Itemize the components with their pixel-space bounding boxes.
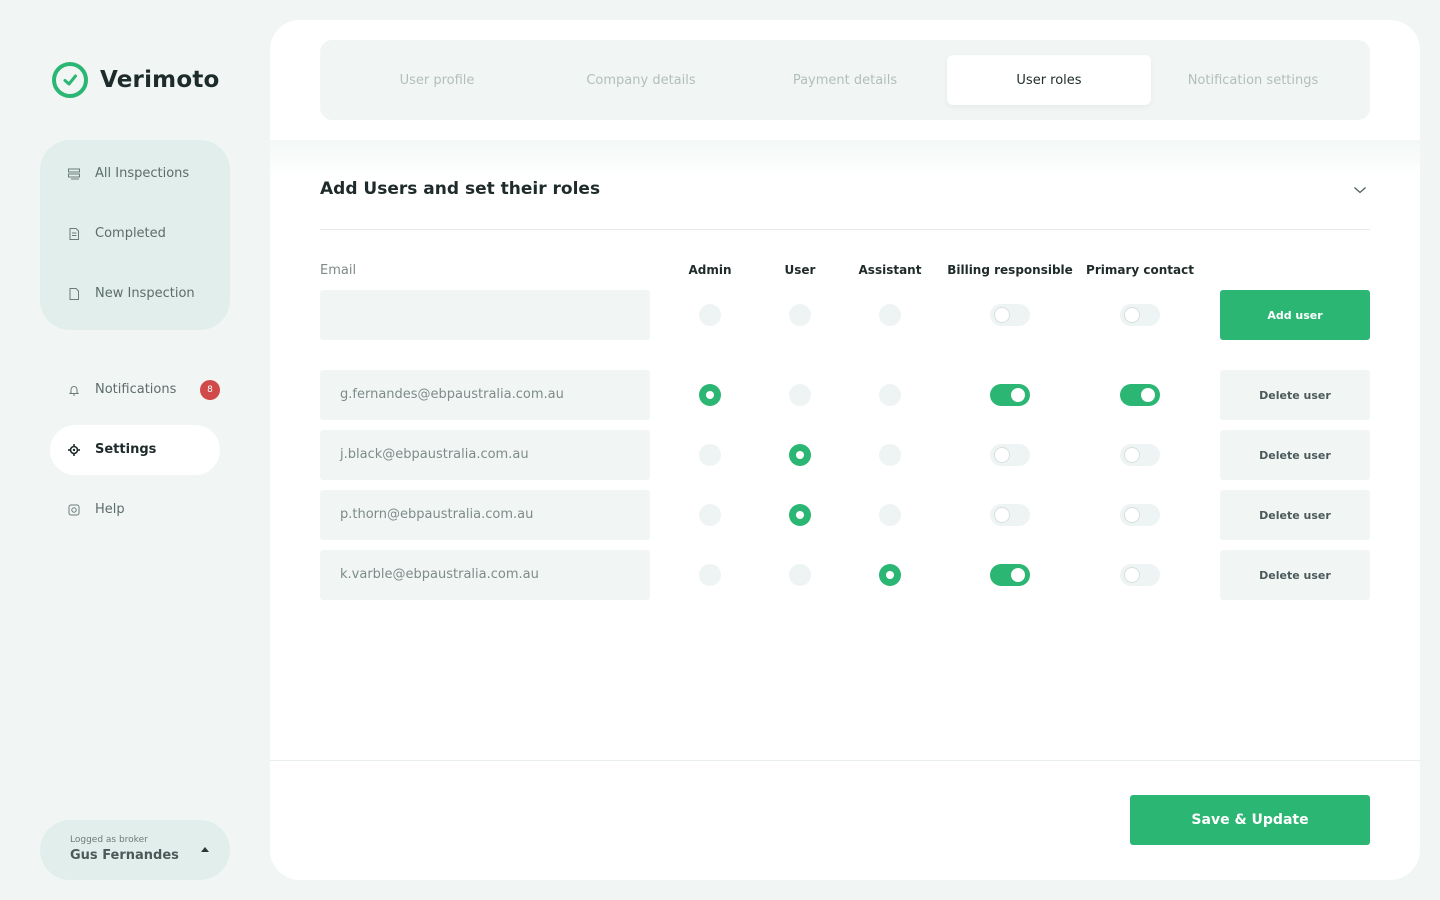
- tab-company-details[interactable]: Company details: [539, 55, 743, 105]
- delete-user-button[interactable]: Delete user: [1220, 430, 1370, 480]
- billing-toggle[interactable]: [990, 504, 1030, 526]
- billing-toggle[interactable]: [990, 384, 1030, 406]
- user-row: p.thorn@ebpaustralia.com.au Delete user: [320, 490, 1370, 540]
- user-email-field[interactable]: k.varble@ebpaustralia.com.au: [320, 550, 650, 600]
- admin-radio[interactable]: [699, 444, 721, 466]
- delete-user-button[interactable]: Delete user: [1220, 550, 1370, 600]
- delete-user-button[interactable]: Delete user: [1220, 490, 1370, 540]
- help-icon: [68, 504, 80, 515]
- assistant-radio[interactable]: [879, 384, 901, 406]
- column-header-email: Email: [320, 263, 357, 278]
- app-logo[interactable]: Verimoto: [52, 62, 220, 98]
- tab-user-roles[interactable]: User roles: [947, 55, 1151, 105]
- admin-radio[interactable]: [699, 304, 721, 326]
- sidebar-item-help[interactable]: Help: [68, 502, 125, 517]
- caret-up-icon: [201, 847, 209, 852]
- tab-user-profile[interactable]: User profile: [335, 55, 539, 105]
- billing-toggle[interactable]: [990, 444, 1030, 466]
- section-title: Add Users and set their roles: [320, 179, 601, 199]
- sidebar-item-label: Settings: [95, 442, 157, 457]
- new-user-email-input[interactable]: [320, 290, 650, 340]
- user-role-label: Logged as broker: [70, 835, 148, 845]
- nav-item-new-inspection[interactable]: New Inspection: [68, 286, 195, 301]
- column-header-billing: Billing responsible: [947, 263, 1073, 277]
- delete-user-button[interactable]: Delete user: [1220, 370, 1370, 420]
- user-radio[interactable]: [789, 304, 811, 326]
- inspections-nav: All Inspections Completed New Inspection: [40, 140, 230, 330]
- user-row: k.varble@ebpaustralia.com.au Delete user: [320, 550, 1370, 600]
- section-divider: [320, 229, 1370, 230]
- primary-contact-toggle[interactable]: [1120, 564, 1160, 586]
- new-user-row: Add user: [320, 290, 1370, 340]
- primary-contact-toggle[interactable]: [1120, 504, 1160, 526]
- user-radio[interactable]: [789, 504, 811, 526]
- save-update-button[interactable]: Save & Update: [1130, 795, 1370, 845]
- primary-contact-toggle[interactable]: [1120, 444, 1160, 466]
- nav-item-label: Completed: [95, 226, 166, 241]
- primary-contact-toggle[interactable]: [1120, 384, 1160, 406]
- gear-icon: [68, 443, 80, 456]
- sidebar-item-settings[interactable]: Settings: [68, 442, 156, 457]
- nav-item-completed[interactable]: Completed: [68, 226, 166, 241]
- sidebar-item-notifications[interactable]: Notifications 8: [68, 380, 220, 400]
- user-account-menu[interactable]: Logged as broker Gus Fernandes: [40, 820, 230, 880]
- nav-item-all-inspections[interactable]: All Inspections: [68, 166, 189, 181]
- billing-toggle[interactable]: [990, 304, 1030, 326]
- assistant-radio[interactable]: [879, 504, 901, 526]
- notification-count-badge: 8: [200, 380, 220, 400]
- admin-radio[interactable]: [699, 504, 721, 526]
- admin-radio[interactable]: [699, 564, 721, 586]
- nav-item-label: New Inspection: [95, 286, 195, 301]
- column-header-assistant: Assistant: [858, 263, 922, 277]
- user-radio[interactable]: [789, 564, 811, 586]
- main-panel: User profile Company details Payment det…: [270, 20, 1420, 880]
- admin-radio[interactable]: [699, 384, 721, 406]
- nav-item-label: All Inspections: [95, 166, 190, 181]
- column-header-primary: Primary contact: [1086, 263, 1194, 277]
- add-user-button[interactable]: Add user: [1220, 290, 1370, 340]
- footer-divider: [270, 760, 1420, 761]
- user-email-field[interactable]: p.thorn@ebpaustralia.com.au: [320, 490, 650, 540]
- app-name: Verimoto: [100, 67, 220, 93]
- sidebar-item-label: Help: [95, 502, 125, 517]
- column-header-admin: Admin: [688, 263, 732, 277]
- user-radio[interactable]: [789, 384, 811, 406]
- assistant-radio[interactable]: [879, 444, 901, 466]
- tab-payment-details[interactable]: Payment details: [743, 55, 947, 105]
- primary-contact-toggle[interactable]: [1120, 304, 1160, 326]
- chevron-down-icon[interactable]: [1354, 184, 1366, 196]
- check-circle-icon: [52, 62, 88, 98]
- inspections-icon: [68, 168, 80, 179]
- user-email-field[interactable]: g.fernandes@ebpaustralia.com.au: [320, 370, 650, 420]
- assistant-radio[interactable]: [879, 564, 901, 586]
- settings-tabs: User profile Company details Payment det…: [320, 40, 1370, 120]
- user-row: g.fernandes@ebpaustralia.com.au Delete u…: [320, 370, 1370, 420]
- bell-icon: [68, 385, 80, 395]
- user-row: j.black@ebpaustralia.com.au Delete user: [320, 430, 1370, 480]
- assistant-radio[interactable]: [879, 304, 901, 326]
- user-radio[interactable]: [789, 444, 811, 466]
- column-header-user: User: [784, 263, 816, 277]
- billing-toggle[interactable]: [990, 564, 1030, 586]
- tabs-shadow: [270, 140, 1420, 180]
- document-icon: [69, 227, 79, 240]
- user-email-field[interactable]: j.black@ebpaustralia.com.au: [320, 430, 650, 480]
- user-name: Gus Fernandes: [70, 848, 179, 863]
- new-document-icon: [69, 287, 79, 300]
- sidebar-item-label: Notifications: [95, 382, 177, 397]
- tab-notification-settings[interactable]: Notification settings: [1151, 55, 1355, 105]
